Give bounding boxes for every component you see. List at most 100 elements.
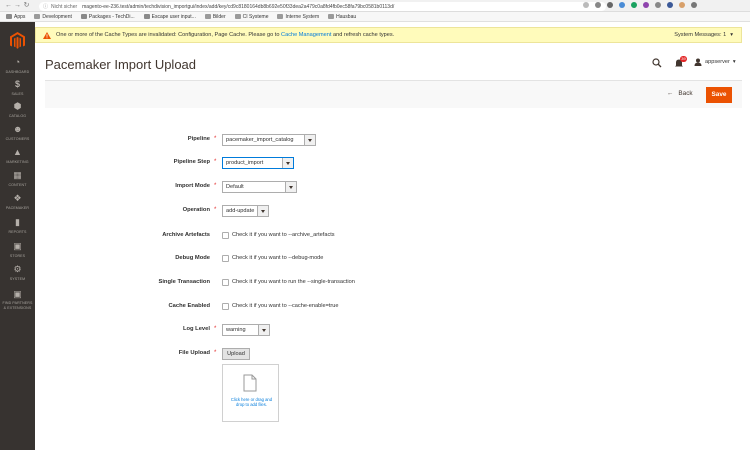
notice-text-after: and refresh cache types. xyxy=(332,32,395,38)
extension-icon[interactable] xyxy=(619,2,625,8)
cache-notice: One or more of the Cache Types are inval… xyxy=(35,27,742,43)
save-button[interactable]: Save xyxy=(706,87,732,103)
back-arrow-icon[interactable]: ← xyxy=(4,0,13,12)
debug-mode-checkbox[interactable] xyxy=(222,255,229,262)
bookmarks-bar: Apps Development Packages - TechDi... Es… xyxy=(0,12,750,22)
system-messages[interactable]: System Messages: 1 ▾ xyxy=(674,32,733,38)
log-level-select[interactable]: warning xyxy=(222,324,270,336)
chevron-down-icon xyxy=(304,135,315,145)
file-dropzone[interactable]: Click here or drag and drop to add files… xyxy=(222,364,279,422)
cache-management-link[interactable]: Cache Management xyxy=(281,32,331,38)
archive-artefacts-checkbox[interactable] xyxy=(222,232,229,239)
dashboard-icon: ◔ xyxy=(14,57,21,67)
bookmark-interne[interactable]: Interne System xyxy=(277,14,319,20)
document-icon xyxy=(243,374,257,392)
partners-icon: ▣ xyxy=(13,289,22,299)
extension-icons xyxy=(583,2,697,8)
field-pipeline: Pipeline * pacemaker_import_catalog xyxy=(0,134,750,146)
required-marker: * xyxy=(214,350,217,356)
field-import-mode: Import Mode * Default xyxy=(0,181,750,193)
notifications-badge: 39 xyxy=(680,56,687,62)
bookmark-ci[interactable]: CI Systeme xyxy=(234,14,268,20)
cache-enabled-checkbox[interactable] xyxy=(222,303,229,310)
chevron-down-icon xyxy=(257,206,268,216)
operation-select[interactable]: add-update xyxy=(222,205,269,217)
dropzone-text: Click here or drag and drop to add files… xyxy=(230,397,273,407)
folder-icon xyxy=(34,14,41,19)
folder-icon xyxy=(328,14,335,19)
required-marker: * xyxy=(214,207,217,213)
dollar-icon: $ xyxy=(14,79,20,89)
chevron-down-icon xyxy=(282,158,293,168)
sidebar-item-catalog[interactable]: ⬢ Catalog xyxy=(0,102,35,119)
field-file-upload: File Upload * Upload xyxy=(0,348,750,360)
cube-icon: ⬢ xyxy=(13,101,22,111)
field-pipeline-step: Pipeline Step * product_import xyxy=(0,157,750,169)
magento-logo-icon[interactable] xyxy=(10,32,25,50)
extension-icon[interactable] xyxy=(583,2,589,8)
security-label: Nicht sicher xyxy=(51,3,78,10)
folder-icon xyxy=(234,14,241,19)
page-actions-bar: ← Back Save xyxy=(45,80,742,108)
extension-icon[interactable] xyxy=(667,2,673,8)
warning-icon xyxy=(43,31,51,39)
field-debug-mode: Debug Mode Check it if you want to --deb… xyxy=(175,255,324,262)
field-cache-enabled: Cache Enabled Check it if you want to --… xyxy=(168,303,339,310)
back-button[interactable]: ← Back xyxy=(667,90,693,97)
extension-icon[interactable] xyxy=(655,2,661,8)
user-name: appserver xyxy=(705,59,730,65)
address-bar[interactable]: ⓘ Nicht sicher magento-ee-236.test/admin… xyxy=(39,2,606,11)
extension-icon[interactable] xyxy=(643,2,649,8)
import-mode-select[interactable]: Default xyxy=(222,181,297,193)
gear-icon: ⚙ xyxy=(13,264,22,274)
arrow-left-icon: ← xyxy=(667,90,674,97)
user-icon xyxy=(694,58,702,66)
forward-arrow-icon[interactable]: → xyxy=(13,0,22,12)
field-single-transaction: Single Transaction Check it if you want … xyxy=(158,279,355,286)
required-marker: * xyxy=(214,183,217,189)
folder-icon xyxy=(277,14,284,19)
bookmark-bilder[interactable]: Bilder xyxy=(204,14,226,20)
extension-icon[interactable] xyxy=(631,2,637,8)
apps-grid-icon xyxy=(6,14,12,19)
pipeline-step-select[interactable]: product_import xyxy=(222,157,294,169)
bookmark-development[interactable]: Development xyxy=(34,14,72,20)
sidebar-item-sales[interactable]: $ Sales xyxy=(0,80,35,97)
github-icon xyxy=(143,14,150,19)
upload-button[interactable]: Upload xyxy=(222,348,250,360)
field-log-level: Log Level * warning xyxy=(0,324,750,336)
star-icon[interactable] xyxy=(595,2,601,8)
chevron-down-icon xyxy=(258,325,269,335)
chevron-down-icon: ▾ xyxy=(730,32,733,38)
customers-icon: ☻ xyxy=(13,124,23,134)
profile-avatar-icon[interactable] xyxy=(679,2,685,8)
chevron-down-icon xyxy=(285,182,296,192)
menu-dots-icon[interactable] xyxy=(691,2,697,8)
bookmark-hausbau[interactable]: Hausbau xyxy=(328,14,356,20)
megaphone-icon: ▲ xyxy=(13,147,22,157)
browser-toolbar: ← → ↻ ⓘ Nicht sicher magento-ee-236.test… xyxy=(0,0,750,12)
user-menu[interactable]: appserver ▾ xyxy=(694,58,736,66)
single-transaction-checkbox[interactable] xyxy=(222,279,229,286)
bar-chart-icon: ▮ xyxy=(15,217,20,227)
notice-text: One or more of the Cache Types are inval… xyxy=(56,32,280,38)
bookmark-escape[interactable]: Escape user input... xyxy=(143,14,196,20)
info-icon: ⓘ xyxy=(43,4,49,10)
sidebar-item-dashboard[interactable]: ◔ Dashboard xyxy=(0,58,35,75)
bookmark-packages[interactable]: Packages - TechDi... xyxy=(80,14,135,20)
field-operation: Operation * add-update xyxy=(0,205,750,217)
required-marker: * xyxy=(214,136,217,142)
bookmark-apps[interactable]: Apps xyxy=(6,14,25,20)
extension-icon[interactable] xyxy=(607,2,613,8)
pipeline-select[interactable]: pacemaker_import_catalog xyxy=(222,134,316,146)
reload-icon[interactable]: ↻ xyxy=(22,0,31,12)
required-marker: * xyxy=(214,159,217,165)
search-icon[interactable] xyxy=(652,58,662,68)
field-archive-artefacts: Archive Artefacts Check it if you want t… xyxy=(162,232,335,239)
url-text: magento-ee-236.test/admin/techdivision_i… xyxy=(82,3,395,10)
content-icon: ▦ xyxy=(13,170,22,180)
pacemaker-icon: ❖ xyxy=(13,193,22,203)
store-icon: ▣ xyxy=(13,241,22,251)
github-icon xyxy=(80,14,87,19)
page-title: Pacemaker Import Upload xyxy=(45,57,197,72)
